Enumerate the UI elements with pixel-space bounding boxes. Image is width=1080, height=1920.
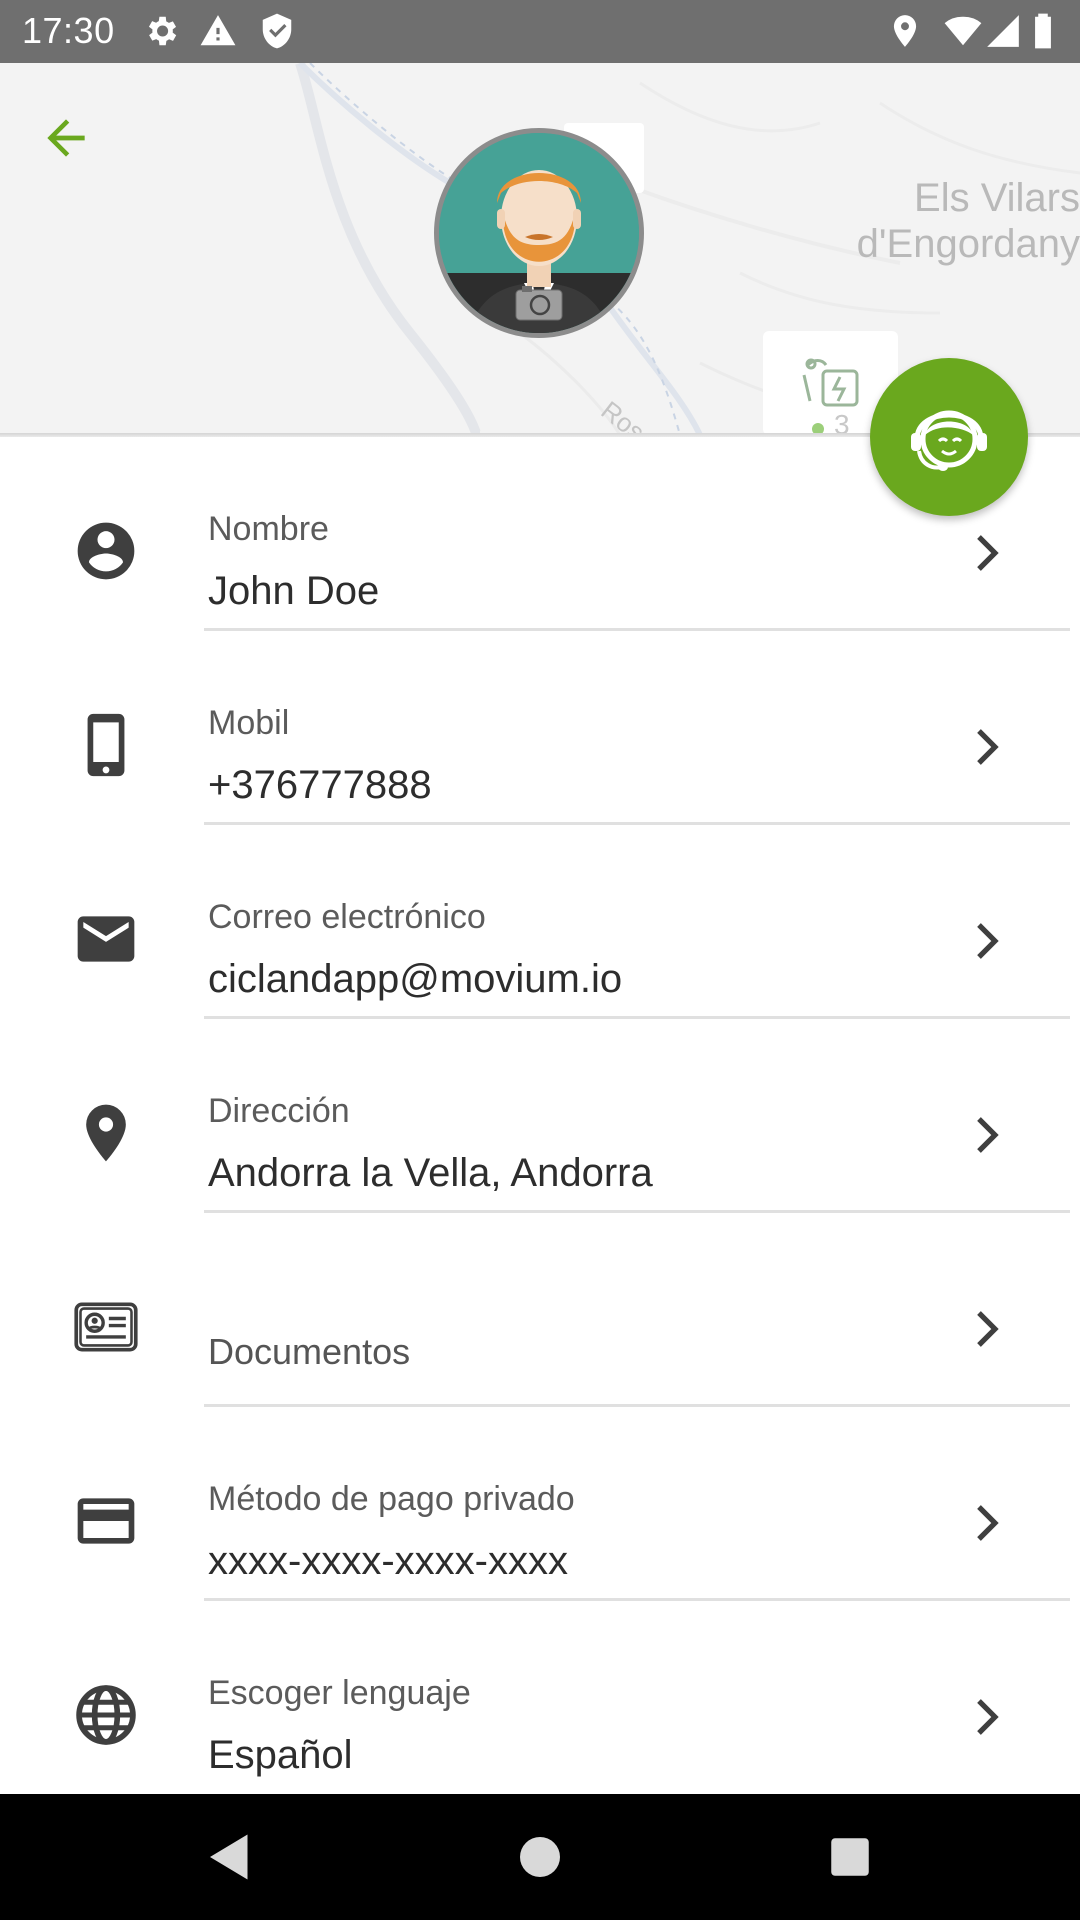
location-icon [893, 15, 917, 47]
documents-label: Documentos [208, 1331, 411, 1372]
language-value: Español [208, 1733, 353, 1777]
row-icon-wrapper [72, 1487, 140, 1555]
change-photo-button[interactable] [514, 284, 564, 322]
battery-icon [1035, 13, 1051, 49]
profile-list: Nombre John Doe Mobil +376777888 Correo … [0, 437, 1080, 1795]
id-card-icon [74, 1302, 138, 1352]
chevron-right-icon [977, 535, 999, 571]
email-value: ciclandapp@movium.io [208, 957, 623, 1001]
chevron-right-icon [977, 1505, 999, 1541]
mobile-value: +376777888 [208, 763, 432, 807]
row-icon-wrapper [72, 1293, 140, 1361]
chevron-right-icon [977, 1311, 999, 1347]
recents-square-icon[interactable] [820, 1827, 880, 1887]
status-time: 17:30 [22, 10, 115, 51]
payment-value: xxxx-xxxx-xxxx-xxxx [208, 1539, 568, 1583]
arrow-back-icon [47, 119, 85, 157]
profile-item-payment[interactable]: Método de pago privado xxxx-xxxx-xxxx-xx… [0, 1407, 1080, 1601]
profile-item-mobile[interactable]: Mobil +376777888 [0, 631, 1080, 825]
language-label: Escoger lenguaje [208, 1674, 471, 1712]
signal-icon [987, 15, 1019, 47]
profile-item-name[interactable]: Nombre John Doe [0, 437, 1080, 631]
chevron-right-icon [977, 923, 999, 959]
chevron-right-icon [977, 729, 999, 765]
profile-item-documents[interactable]: Documentos [0, 1213, 1080, 1407]
map-town-line2: d'Engordany [856, 222, 1080, 266]
profile-item-address[interactable]: Dirección Andorra la Vella, Andorra [0, 1019, 1080, 1213]
mobile-label: Mobil [208, 704, 290, 742]
location-pin-icon [86, 1104, 126, 1162]
payment-label: Método de pago privado [208, 1480, 575, 1518]
row-icon-wrapper [72, 1681, 140, 1749]
back-button[interactable] [36, 110, 96, 166]
smartphone-icon [87, 713, 125, 777]
warning-icon [200, 15, 236, 46]
map-station-count: 3 [834, 409, 850, 435]
chevron-right-icon [977, 1699, 999, 1735]
shield-icon [262, 13, 292, 49]
map-town-label: Els Vilars d'Engordany [820, 175, 1080, 267]
row-icon-wrapper [72, 517, 140, 585]
row-icon-wrapper [72, 711, 140, 779]
row-icon-wrapper [72, 905, 140, 973]
address-value: Andorra la Vella, Andorra [208, 1151, 653, 1195]
map-town-line1: Els Vilars [914, 176, 1080, 220]
back-triangle-icon[interactable] [200, 1827, 260, 1887]
gear-icon [148, 16, 177, 46]
profile-item-language[interactable]: Escoger lenguaje Español [0, 1601, 1080, 1795]
credit-card-icon [77, 1498, 135, 1544]
camera-icon [515, 286, 563, 321]
navigation-bar [0, 1794, 1080, 1920]
email-label: Correo electrónico [208, 898, 486, 936]
status-bar: 17:30 [0, 0, 1080, 63]
globe-icon [76, 1685, 136, 1745]
address-label: Dirección [208, 1092, 350, 1130]
email-icon [77, 916, 135, 962]
name-label: Nombre [208, 510, 329, 548]
profile-item-email[interactable]: Correo electrónico ciclandapp@movium.io [0, 825, 1080, 1019]
account-circle-icon [77, 522, 135, 580]
row-icon-wrapper [72, 1099, 140, 1167]
chevron-right-icon [977, 1117, 999, 1153]
home-circle-icon[interactable] [510, 1827, 570, 1887]
wifi-icon [944, 16, 982, 46]
name-value: John Doe [208, 569, 380, 613]
